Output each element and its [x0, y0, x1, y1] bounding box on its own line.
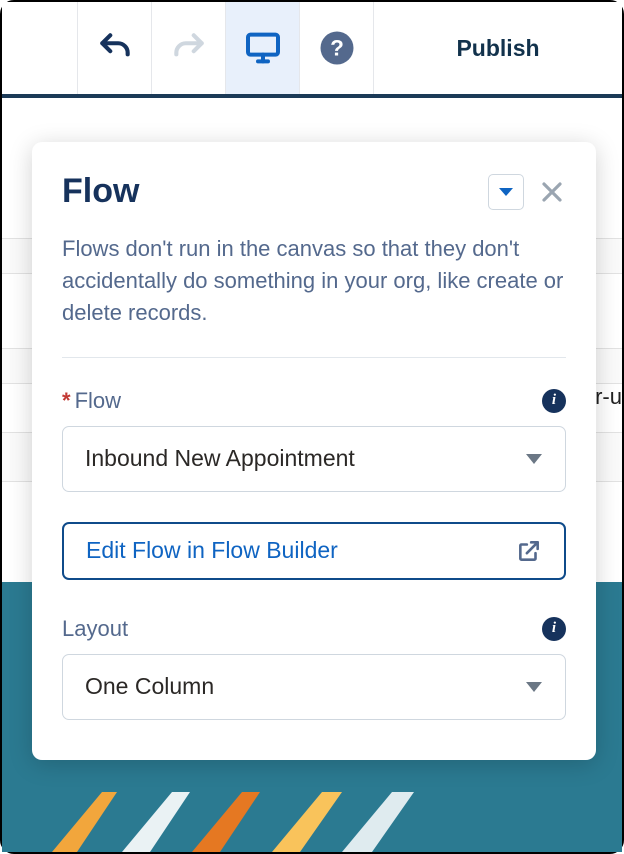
undo-button[interactable]	[78, 2, 152, 94]
component-property-panel: Flow Flows don't run in the canvas so th…	[32, 142, 596, 760]
collapse-button[interactable]	[488, 174, 524, 210]
layout-info-button[interactable]: i	[542, 617, 566, 641]
desktop-preview-button[interactable]	[226, 2, 300, 94]
top-toolbar: ? Publish	[2, 2, 622, 98]
flow-label-text: Flow	[75, 388, 121, 413]
flow-select[interactable]: Inbound New Appointment	[62, 426, 566, 492]
edit-flow-label: Edit Flow in Flow Builder	[86, 537, 338, 564]
panel-title: Flow	[62, 172, 488, 211]
background-text-fragment: r-u	[595, 384, 622, 410]
publish-button[interactable]: Publish	[374, 2, 622, 94]
chevron-down-icon	[498, 186, 514, 198]
desktop-icon	[243, 28, 283, 68]
chevron-down-icon	[525, 452, 543, 466]
layout-select[interactable]: One Column	[62, 654, 566, 720]
close-icon	[540, 180, 564, 204]
layout-select-value: One Column	[85, 673, 214, 700]
redo-button[interactable]	[152, 2, 226, 94]
info-icon: i	[552, 620, 556, 637]
redo-icon	[170, 29, 208, 67]
undo-icon	[96, 29, 134, 67]
layout-field-label: Layout	[62, 616, 542, 642]
chevron-down-icon	[525, 680, 543, 694]
info-icon: i	[552, 392, 556, 409]
layout-field-label-row: Layout i	[62, 616, 566, 642]
flow-select-value: Inbound New Appointment	[85, 445, 355, 472]
required-marker: *	[62, 388, 71, 413]
edit-flow-button[interactable]: Edit Flow in Flow Builder	[62, 522, 566, 580]
flow-field-label: *Flow	[62, 388, 542, 414]
help-icon: ?	[319, 30, 355, 66]
external-link-icon	[516, 538, 542, 564]
flow-info-button[interactable]: i	[542, 389, 566, 413]
flow-field-label-row: *Flow i	[62, 388, 566, 414]
toolbar-spacer	[2, 2, 78, 94]
panel-description: Flows don't run in the canvas so that th…	[62, 233, 566, 329]
divider	[62, 357, 566, 358]
help-button[interactable]: ?	[300, 2, 374, 94]
decorative-graphic	[42, 792, 422, 852]
panel-header: Flow	[62, 172, 566, 211]
svg-text:?: ?	[330, 36, 344, 61]
close-button[interactable]	[538, 178, 566, 206]
